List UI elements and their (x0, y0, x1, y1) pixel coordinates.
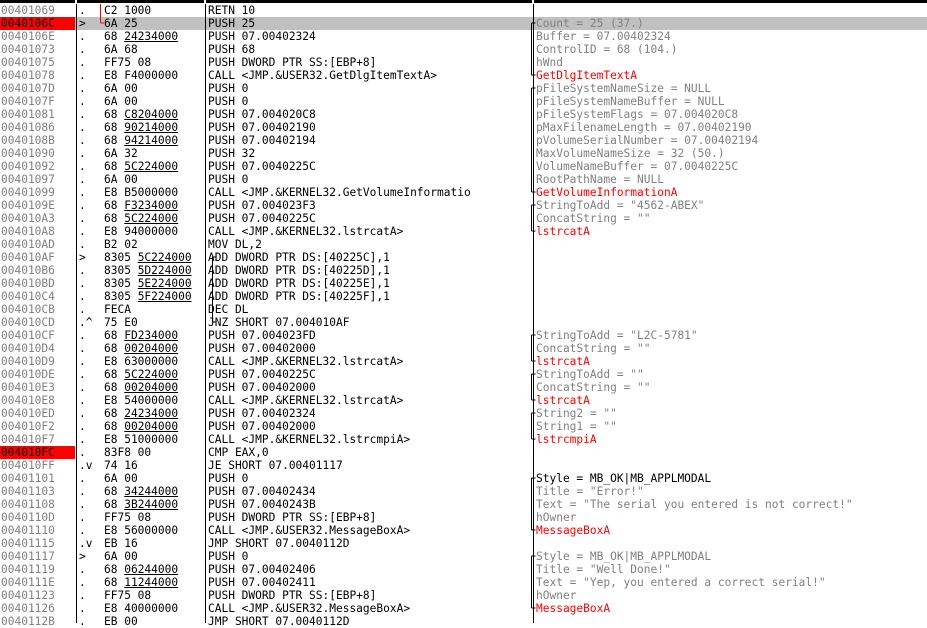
disassembly-column-header[interactable] (206, 0, 532, 3)
address-column-header[interactable] (0, 0, 75, 3)
hex-column-header[interactable] (77, 0, 204, 3)
flow-brackets (100, 4, 536, 609)
comment-column-header[interactable] (534, 0, 927, 3)
